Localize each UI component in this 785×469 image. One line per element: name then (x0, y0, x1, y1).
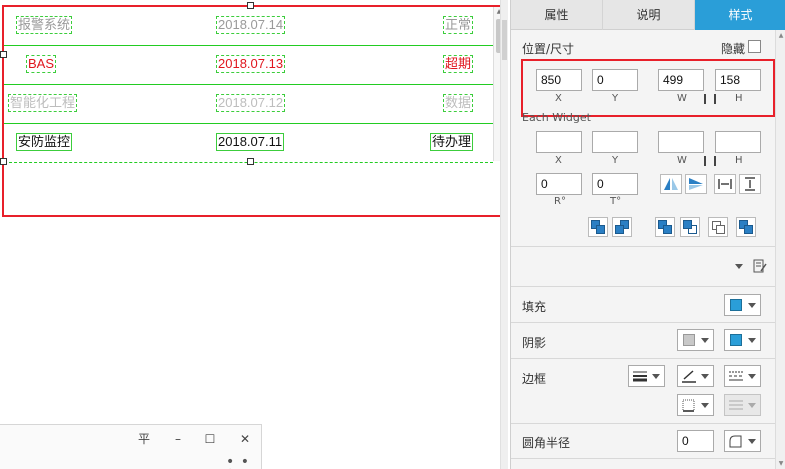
resize-handle-top[interactable] (247, 2, 254, 9)
list-row[interactable]: 智能化工程 2018.07.12 数据 (4, 85, 493, 124)
shadow-label: 阴影 (522, 336, 547, 350)
row-status[interactable]: 数据 (442, 94, 473, 112)
position-size-title: 位置/尺寸 (522, 42, 575, 56)
tab-notes[interactable]: 说明 (603, 0, 695, 30)
resize-handle-left[interactable] (0, 51, 7, 58)
hide-checkbox[interactable] (748, 40, 761, 53)
h-label: H (735, 93, 743, 104)
each-y-label: Y (612, 155, 619, 166)
distribute-horizontal-icon[interactable] (714, 174, 736, 194)
send-back-icon[interactable] (612, 217, 632, 237)
corner-type-dropdown[interactable] (724, 430, 761, 452)
bring-forward-icon[interactable] (655, 217, 675, 237)
divider (511, 423, 775, 424)
text-rotation-label: T° (610, 196, 622, 207)
group-icon[interactable] (708, 217, 728, 237)
resize-handle-bottom[interactable] (247, 158, 254, 165)
row-status[interactable]: 正常 (442, 16, 473, 34)
each-h-input[interactable] (715, 131, 761, 153)
y-label: Y (612, 93, 619, 104)
more-icon[interactable]: • • • (226, 455, 261, 469)
send-backward-icon[interactable] (680, 217, 700, 237)
scroll-down-icon[interactable]: ▼ (776, 460, 785, 467)
flip-vertical-icon[interactable] (685, 174, 707, 194)
border-color-dropdown[interactable] (677, 365, 714, 387)
each-x-input[interactable] (536, 131, 582, 153)
inspector-panel: 属性 说明 样式 位置/尺寸 隐藏 850 0 499 158 X Y W H … (510, 0, 785, 469)
border-style-dropdown[interactable] (724, 365, 761, 387)
inner-shadow-dropdown[interactable] (724, 329, 761, 351)
each-y-input[interactable] (592, 131, 638, 153)
divider (511, 358, 775, 359)
each-lock-ratio-icon[interactable] (704, 156, 716, 166)
y-input[interactable]: 0 (592, 69, 638, 91)
resize-handle-bottom-left[interactable] (0, 158, 7, 165)
h-input[interactable]: 158 (715, 69, 761, 91)
list-row[interactable]: BAS 2018.07.13 超期 (4, 46, 493, 85)
divider (511, 322, 775, 323)
border-label: 边框 (522, 372, 547, 386)
text-rotation-input[interactable]: 0 (592, 173, 638, 195)
close-icon[interactable]: ✕ (237, 431, 253, 447)
bring-front-icon[interactable] (588, 217, 608, 237)
lock-ratio-icon[interactable] (704, 94, 716, 104)
canvas-scrollbar[interactable] (500, 0, 508, 469)
fill-label: 填充 (522, 300, 547, 314)
each-widget-title: Each Widget (522, 111, 591, 124)
style-dropdown-icon[interactable] (735, 264, 743, 269)
each-w-input[interactable] (658, 131, 704, 153)
inspector-tabs: 属性 说明 样式 (511, 0, 785, 30)
floating-panel: 平 – ☐ ✕ • • • (0, 424, 262, 469)
canvas-scroll-thumb[interactable] (502, 20, 507, 60)
style-panel-body: 位置/尺寸 隐藏 850 0 499 158 X Y W H Each Widg… (511, 30, 775, 469)
x-label: X (555, 93, 562, 104)
hide-label: 隐藏 (721, 42, 746, 56)
w-input[interactable]: 499 (658, 69, 704, 91)
row-date[interactable]: 2018.07.12 (216, 94, 286, 112)
w-label: W (677, 93, 687, 104)
minimize-icon[interactable]: – (170, 431, 186, 447)
design-canvas[interactable]: 报警系统 2018.07.14 正常 BAS 2018.07.13 超期 智能化… (0, 0, 510, 469)
border-width-dropdown[interactable] (628, 365, 665, 387)
each-w-label: W (677, 155, 687, 166)
ungroup-icon[interactable] (736, 217, 756, 237)
border-visibility-dropdown[interactable] (677, 394, 714, 416)
tab-style[interactable]: 样式 (695, 0, 785, 30)
edit-style-icon[interactable] (753, 259, 767, 273)
corner-radius-input[interactable]: 0 (677, 430, 714, 452)
tab-properties[interactable]: 属性 (511, 0, 603, 30)
corner-radius-label: 圆角半径 (522, 436, 571, 450)
row-date[interactable]: 2018.07.13 (216, 55, 286, 73)
distribute-vertical-icon[interactable] (739, 174, 761, 194)
divider (511, 246, 775, 247)
flip-horizontal-icon[interactable] (660, 174, 682, 194)
maximize-icon[interactable]: ☐ (202, 431, 218, 447)
fill-color-dropdown[interactable] (724, 294, 761, 316)
row-name[interactable]: 安防监控 (16, 133, 73, 151)
row-status[interactable]: 超期 (442, 55, 473, 73)
each-h-label: H (735, 155, 743, 166)
row-date[interactable]: 2018.07.14 (216, 16, 286, 34)
x-input[interactable]: 850 (536, 69, 582, 91)
row-name[interactable]: 智能化工程 (8, 94, 78, 112)
row-date[interactable]: 2018.07.11 (216, 133, 285, 151)
each-x-label: X (555, 155, 562, 166)
row-name[interactable]: 报警系统 (16, 16, 73, 34)
rotation-input[interactable]: 0 (536, 173, 582, 195)
list-row[interactable]: 报警系统 2018.07.14 正常 (4, 7, 493, 46)
row-status[interactable]: 待办理 (429, 133, 473, 151)
panel-scrollbar[interactable]: ▲ ▼ (775, 30, 785, 469)
arrow-style-dropdown (724, 394, 761, 416)
rotation-label: R° (554, 196, 566, 207)
row-name[interactable]: BAS (26, 55, 57, 73)
divider (511, 286, 775, 287)
divider (511, 458, 775, 459)
pin-icon[interactable]: 平 (136, 431, 152, 447)
app-root: 报警系统 2018.07.14 正常 BAS 2018.07.13 超期 智能化… (0, 0, 785, 469)
scroll-up-icon[interactable]: ▲ (776, 32, 785, 39)
repeater-list[interactable]: 报警系统 2018.07.14 正常 BAS 2018.07.13 超期 智能化… (4, 7, 493, 163)
outer-shadow-dropdown[interactable] (677, 329, 714, 351)
